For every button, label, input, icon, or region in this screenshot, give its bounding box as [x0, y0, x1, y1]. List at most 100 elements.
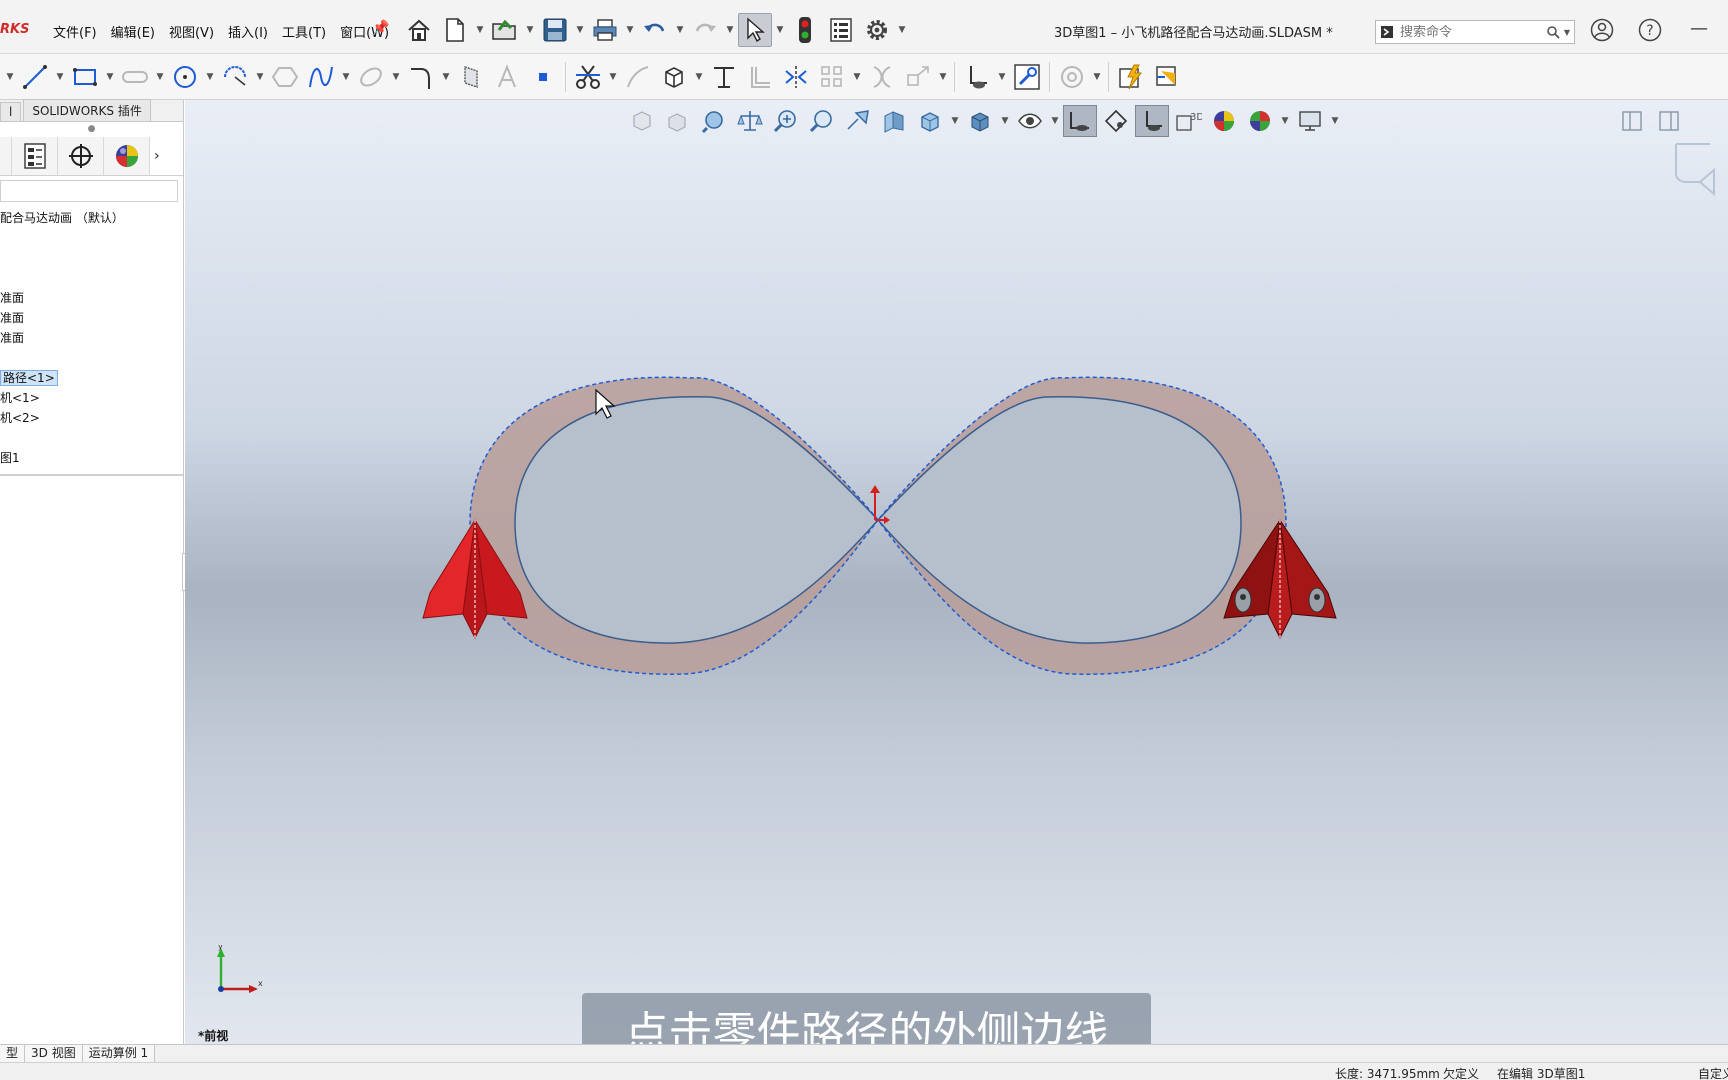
apply-scene-ball-button[interactable] [1243, 105, 1277, 137]
menu-tools[interactable]: 工具(T) [275, 22, 333, 41]
tree-item-plane-1[interactable]: 机<1> [0, 388, 183, 408]
tree-item[interactable] [0, 248, 183, 268]
panel-grip-handle[interactable]: ● [0, 122, 183, 136]
tree-item-top-plane[interactable]: 准面 [0, 308, 183, 328]
relations-dropdown-icon[interactable]: ▼ [996, 72, 1008, 82]
circle-tool[interactable] [168, 59, 202, 95]
offset-on-surface-tool[interactable] [657, 59, 691, 95]
graphics-area[interactable]: ▼ ▼ ▼ 3D ▼ ▼ y x *前视 点击零件路径的外侧边线 [185, 100, 1728, 1044]
tree-item-front-plane[interactable]: 准面 [0, 288, 183, 308]
tab-3d-views[interactable]: 3D 视图 [25, 1045, 83, 1062]
plane-tool[interactable] [454, 59, 488, 95]
rectangle-dropdown-icon[interactable]: ▼ [104, 72, 116, 82]
options-dropdown-icon[interactable]: ▼ [896, 25, 908, 35]
tree-filter-input[interactable] [0, 180, 178, 202]
pin-menu-icon[interactable]: 📌 [372, 20, 389, 36]
hide-show-dropdown-icon[interactable]: ▼ [1049, 116, 1061, 126]
menu-insert[interactable]: 插入(I) [221, 22, 275, 41]
tree-item[interactable] [0, 268, 183, 288]
status-units-custom[interactable]: 自定义 [1698, 1065, 1728, 1080]
undo-button[interactable] [638, 13, 672, 47]
tab-feature-manager[interactable] [0, 136, 12, 175]
view-sketch-relations-button[interactable] [1063, 105, 1097, 137]
rectangle-tool[interactable] [68, 59, 102, 95]
rebuild-button[interactable] [788, 13, 822, 47]
edit-appearance-button[interactable] [1207, 105, 1241, 137]
point-tool[interactable] [526, 59, 560, 95]
undo-dropdown-icon[interactable]: ▼ [674, 25, 686, 35]
file-properties-button[interactable] [824, 13, 858, 47]
open-button[interactable] [488, 13, 522, 47]
tabs-more-chevron-icon[interactable]: › [154, 148, 160, 164]
display-style-button[interactable] [963, 105, 997, 137]
tree-item-3d-sketch[interactable]: 图1 [0, 448, 183, 468]
tree-item-right-plane[interactable]: 准面 [0, 328, 183, 348]
arc-dropdown-icon[interactable]: ▼ [254, 72, 266, 82]
display-relations-tool[interactable] [960, 59, 994, 95]
view-settings-dropdown-icon[interactable]: ▼ [1329, 116, 1341, 126]
tab-property-manager[interactable] [12, 136, 58, 175]
view-settings-button[interactable] [1293, 105, 1327, 137]
zoom-to-fit-button[interactable] [697, 105, 731, 137]
3d-view-button[interactable]: 3D [1171, 105, 1205, 137]
repair-sketch-tool[interactable] [1010, 59, 1044, 95]
view-origins-button[interactable] [1135, 105, 1169, 137]
scene-dropdown-icon[interactable]: ▼ [1279, 116, 1291, 126]
new-dropdown-icon[interactable]: ▼ [474, 25, 486, 35]
tree-divider[interactable] [0, 474, 183, 476]
confirmation-corner-icon[interactable] [1670, 140, 1728, 210]
view-orientation-dropdown-icon[interactable]: ▼ [949, 116, 961, 126]
display-style-dropdown-icon[interactable]: ▼ [999, 116, 1011, 126]
search-icon[interactable] [1546, 25, 1560, 39]
new-button[interactable] [438, 13, 472, 47]
shaded-sketch-tool[interactable] [1150, 59, 1184, 95]
tab-motion-study[interactable]: 运动算例 1 [82, 1045, 156, 1062]
tab-display-manager[interactable] [104, 136, 150, 175]
tree-item-path-part[interactable]: 路径<1> [0, 368, 183, 388]
tree-item-assembly[interactable]: 配合马达动画 （默认） [0, 208, 183, 228]
search-input[interactable] [1400, 24, 1540, 40]
save-button[interactable] [538, 13, 572, 47]
spline-dropdown-icon[interactable]: ▼ [340, 72, 352, 82]
tree-item[interactable] [0, 228, 183, 248]
zoom-to-area-button[interactable] [805, 105, 839, 137]
circle-dropdown-icon[interactable]: ▼ [204, 72, 216, 82]
minimize-button[interactable]: — [1690, 18, 1708, 39]
tab-model[interactable]: 型 [0, 1045, 26, 1062]
split-viewport-icon[interactable] [1621, 110, 1643, 132]
menu-edit[interactable]: 编辑(E) [104, 22, 162, 41]
previous-view-button[interactable] [841, 105, 875, 137]
tab-previous[interactable]: l [0, 102, 22, 121]
fillet-dropdown-icon[interactable]: ▼ [440, 72, 452, 82]
user-account-button[interactable] [1590, 18, 1614, 45]
fillet-tool[interactable] [404, 59, 438, 95]
section-view-button[interactable] [877, 105, 911, 137]
command-search[interactable]: ▼ [1375, 20, 1575, 44]
instant-2d-tool[interactable] [1114, 59, 1148, 95]
mass-properties-button[interactable] [733, 105, 767, 137]
apply-scene-button[interactable] [1099, 105, 1133, 137]
tree-item[interactable] [0, 428, 183, 448]
tab-dimxpert-manager[interactable] [58, 136, 104, 175]
line-tool[interactable] [18, 59, 52, 95]
tree-item-plane-2[interactable]: 机<2> [0, 408, 183, 428]
toolbar-scroll-dropdown-icon[interactable]: ▼ [4, 72, 16, 82]
spline-tool[interactable] [304, 59, 338, 95]
tree-item[interactable] [0, 348, 183, 368]
print-dropdown-icon[interactable]: ▼ [624, 25, 636, 35]
zoom-in-out-button[interactable] [769, 105, 803, 137]
line-dropdown-icon[interactable]: ▼ [54, 72, 66, 82]
intersection-curve-tool[interactable] [707, 59, 741, 95]
help-button[interactable]: ? [1638, 18, 1662, 45]
mirror-entities-tool[interactable] [779, 59, 813, 95]
split-viewport-right-icon[interactable] [1658, 110, 1680, 132]
select-dropdown-icon[interactable]: ▼ [774, 25, 786, 35]
arc-tool[interactable] [218, 59, 252, 95]
tab-solidworks-addins[interactable]: SOLIDWORKS 插件 [23, 99, 151, 121]
offset-dropdown-icon[interactable]: ▼ [693, 72, 705, 82]
select-button[interactable] [738, 13, 772, 47]
hide-show-items-button[interactable] [1013, 105, 1047, 137]
options-button[interactable] [860, 13, 894, 47]
trim-dropdown-icon[interactable]: ▼ [607, 72, 619, 82]
open-dropdown-icon[interactable]: ▼ [524, 25, 536, 35]
